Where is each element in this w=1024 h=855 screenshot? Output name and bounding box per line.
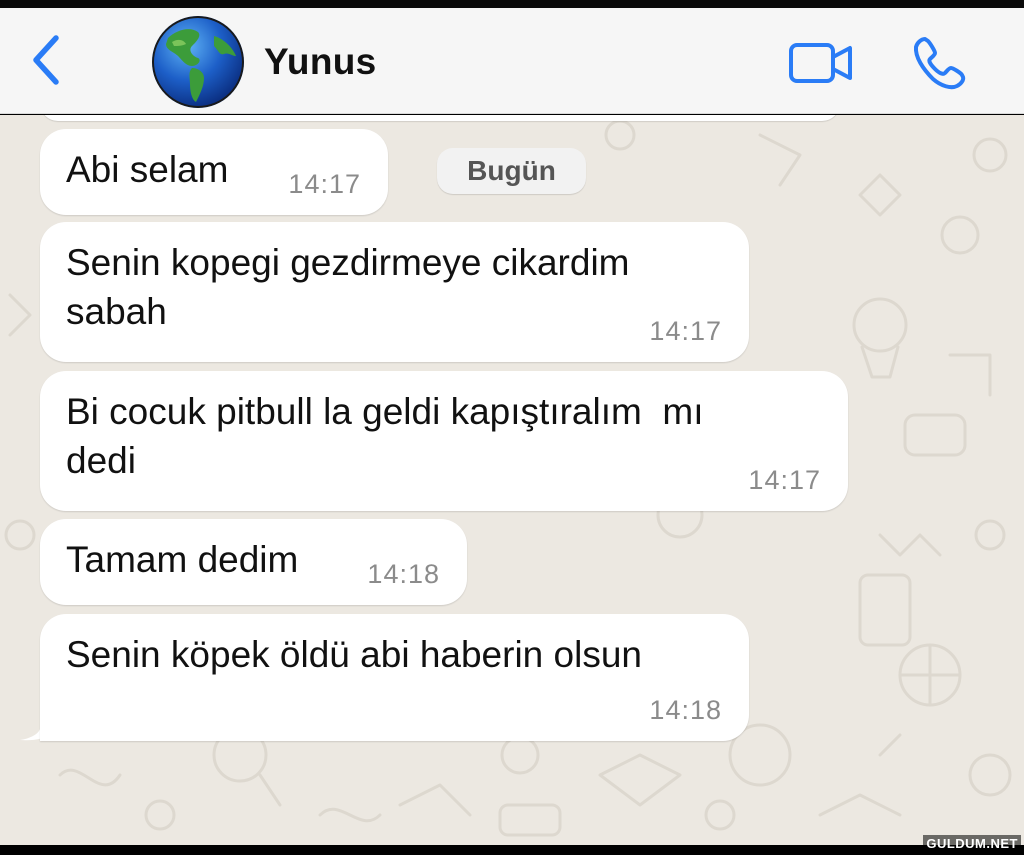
voice-call-button[interactable]: [906, 30, 972, 96]
message-time: 14:18: [367, 559, 440, 589]
phone-icon: [913, 37, 966, 90]
contact-name[interactable]: Yunus: [264, 41, 377, 83]
message-text: Senin kopegi gezdirmeye cikardim sabah: [66, 242, 630, 332]
message-time: 14:17: [288, 169, 361, 199]
chat-header: Yunus: [0, 8, 1024, 114]
message-time: 14:17: [748, 465, 821, 495]
video-camera-icon: [789, 43, 852, 83]
avatar[interactable]: [152, 16, 244, 108]
message-time: 14:18: [649, 695, 722, 725]
message-text: Senin köpek öldü abi haberin olsun: [66, 634, 642, 675]
message-bubble[interactable]: Senin kopegi gezdirmeye cikardim sabah 1…: [40, 222, 749, 362]
back-button[interactable]: [22, 32, 70, 88]
message-bubble[interactable]: Bi cocuk pitbull la geldi kapıştıralım m…: [40, 371, 848, 511]
video-call-button[interactable]: [786, 34, 856, 92]
bottom-edge: [0, 845, 1024, 855]
globe-icon: [152, 16, 244, 108]
message-text: Bi cocuk pitbull la geldi kapıştıralım m…: [66, 391, 704, 481]
message-bubble[interactable]: Senin köpek öldü abi haberin olsun 14:18: [40, 614, 749, 741]
message-bubble[interactable]: Abi selam 14:17: [40, 129, 388, 215]
chat-screen: Yunus Abi selam 14:17 Bugün Senin kopegi…: [0, 0, 1024, 855]
date-chip: Bugün: [437, 148, 586, 194]
message-list[interactable]: Abi selam 14:17 Bugün Senin kopegi gezdi…: [0, 115, 1024, 845]
previous-message-bubble: [40, 115, 840, 121]
chevron-left-icon: [33, 35, 59, 85]
watermark: GULDUM.NET: [923, 835, 1021, 852]
message-bubble[interactable]: Tamam dedim 14:18: [40, 519, 467, 605]
status-bar-edge: [0, 0, 1024, 8]
message-time: 14:17: [649, 316, 722, 346]
